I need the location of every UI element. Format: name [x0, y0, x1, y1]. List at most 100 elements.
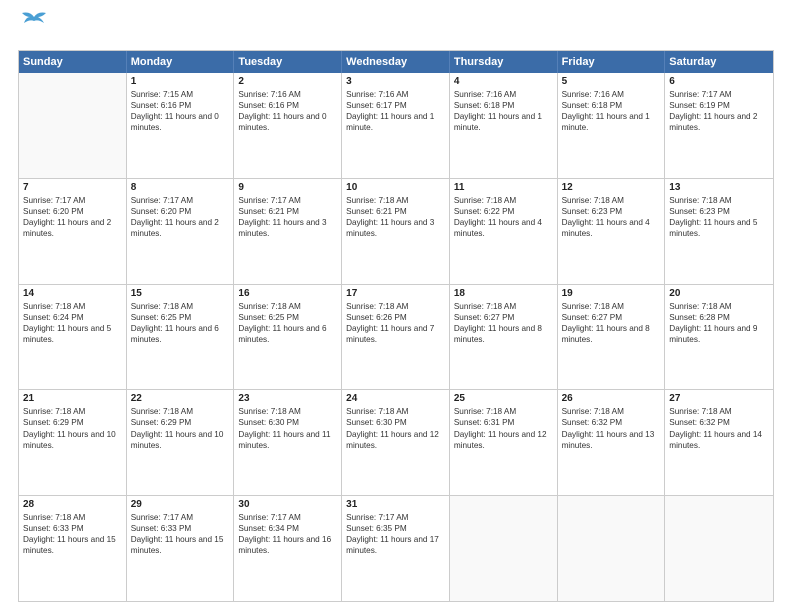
calendar-cell: 2 Sunrise: 7:16 AM Sunset: 6:16 PM Dayli… — [234, 73, 342, 178]
calendar-week-5: 28 Sunrise: 7:18 AM Sunset: 6:33 PM Dayl… — [19, 495, 773, 601]
daylight-line: Daylight: 11 hours and 12 minutes. — [346, 429, 445, 451]
day-number: 15 — [131, 288, 230, 299]
calendar-cell: 10 Sunrise: 7:18 AM Sunset: 6:21 PM Dayl… — [342, 179, 450, 284]
sunset-line: Sunset: 6:33 PM — [23, 523, 122, 534]
daylight-line: Daylight: 11 hours and 1 minute. — [562, 111, 661, 133]
day-number: 2 — [238, 76, 337, 87]
calendar-cell: 1 Sunrise: 7:15 AM Sunset: 6:16 PM Dayli… — [127, 73, 235, 178]
daylight-line: Daylight: 11 hours and 2 minutes. — [131, 217, 230, 239]
day-number: 28 — [23, 499, 122, 510]
sunset-line: Sunset: 6:21 PM — [346, 206, 445, 217]
sunset-line: Sunset: 6:25 PM — [131, 312, 230, 323]
sunrise-line: Sunrise: 7:18 AM — [562, 406, 661, 417]
daylight-line: Daylight: 11 hours and 14 minutes. — [669, 429, 769, 451]
calendar-week-3: 14 Sunrise: 7:18 AM Sunset: 6:24 PM Dayl… — [19, 284, 773, 390]
sunrise-line: Sunrise: 7:18 AM — [238, 406, 337, 417]
day-number: 14 — [23, 288, 122, 299]
sunrise-line: Sunrise: 7:18 AM — [562, 301, 661, 312]
day-number: 5 — [562, 76, 661, 87]
sunrise-line: Sunrise: 7:18 AM — [131, 406, 230, 417]
calendar-cell: 16 Sunrise: 7:18 AM Sunset: 6:25 PM Dayl… — [234, 285, 342, 390]
sunrise-line: Sunrise: 7:18 AM — [23, 512, 122, 523]
sunset-line: Sunset: 6:19 PM — [669, 100, 769, 111]
day-number: 24 — [346, 393, 445, 404]
day-number: 30 — [238, 499, 337, 510]
sunrise-line: Sunrise: 7:18 AM — [669, 301, 769, 312]
daylight-line: Daylight: 11 hours and 4 minutes. — [562, 217, 661, 239]
calendar-cell: 24 Sunrise: 7:18 AM Sunset: 6:30 PM Dayl… — [342, 390, 450, 495]
day-header-friday: Friday — [558, 51, 666, 73]
sunset-line: Sunset: 6:32 PM — [562, 417, 661, 428]
calendar-cell: 14 Sunrise: 7:18 AM Sunset: 6:24 PM Dayl… — [19, 285, 127, 390]
sunset-line: Sunset: 6:27 PM — [562, 312, 661, 323]
daylight-line: Daylight: 11 hours and 17 minutes. — [346, 534, 445, 556]
sunrise-line: Sunrise: 7:17 AM — [131, 195, 230, 206]
calendar-cell — [450, 496, 558, 601]
sunrise-line: Sunrise: 7:17 AM — [346, 512, 445, 523]
sunset-line: Sunset: 6:28 PM — [669, 312, 769, 323]
daylight-line: Daylight: 11 hours and 2 minutes. — [23, 217, 122, 239]
day-number: 31 — [346, 499, 445, 510]
calendar-cell: 22 Sunrise: 7:18 AM Sunset: 6:29 PM Dayl… — [127, 390, 235, 495]
daylight-line: Daylight: 11 hours and 1 minute. — [346, 111, 445, 133]
sunset-line: Sunset: 6:26 PM — [346, 312, 445, 323]
calendar-cell: 25 Sunrise: 7:18 AM Sunset: 6:31 PM Dayl… — [450, 390, 558, 495]
day-number: 18 — [454, 288, 553, 299]
sunrise-line: Sunrise: 7:18 AM — [23, 406, 122, 417]
sunrise-line: Sunrise: 7:16 AM — [346, 89, 445, 100]
sunset-line: Sunset: 6:16 PM — [238, 100, 337, 111]
daylight-line: Daylight: 11 hours and 8 minutes. — [562, 323, 661, 345]
sunrise-line: Sunrise: 7:18 AM — [454, 195, 553, 206]
sunset-line: Sunset: 6:23 PM — [562, 206, 661, 217]
calendar-cell: 28 Sunrise: 7:18 AM Sunset: 6:33 PM Dayl… — [19, 496, 127, 601]
day-header-thursday: Thursday — [450, 51, 558, 73]
calendar-body: 1 Sunrise: 7:15 AM Sunset: 6:16 PM Dayli… — [19, 73, 773, 601]
calendar-header: SundayMondayTuesdayWednesdayThursdayFrid… — [19, 51, 773, 73]
day-number: 27 — [669, 393, 769, 404]
calendar-cell: 17 Sunrise: 7:18 AM Sunset: 6:26 PM Dayl… — [342, 285, 450, 390]
day-number: 8 — [131, 182, 230, 193]
daylight-line: Daylight: 11 hours and 10 minutes. — [23, 429, 122, 451]
sunset-line: Sunset: 6:21 PM — [238, 206, 337, 217]
calendar-week-2: 7 Sunrise: 7:17 AM Sunset: 6:20 PM Dayli… — [19, 178, 773, 284]
header — [18, 18, 774, 40]
calendar-cell: 21 Sunrise: 7:18 AM Sunset: 6:29 PM Dayl… — [19, 390, 127, 495]
sunrise-line: Sunrise: 7:18 AM — [238, 301, 337, 312]
day-header-tuesday: Tuesday — [234, 51, 342, 73]
sunrise-line: Sunrise: 7:17 AM — [669, 89, 769, 100]
daylight-line: Daylight: 11 hours and 13 minutes. — [562, 429, 661, 451]
sunrise-line: Sunrise: 7:16 AM — [454, 89, 553, 100]
day-number: 6 — [669, 76, 769, 87]
sunset-line: Sunset: 6:18 PM — [454, 100, 553, 111]
daylight-line: Daylight: 11 hours and 0 minutes. — [131, 111, 230, 133]
day-number: 23 — [238, 393, 337, 404]
day-header-monday: Monday — [127, 51, 235, 73]
daylight-line: Daylight: 11 hours and 4 minutes. — [454, 217, 553, 239]
sunset-line: Sunset: 6:34 PM — [238, 523, 337, 534]
daylight-line: Daylight: 11 hours and 12 minutes. — [454, 429, 553, 451]
sunset-line: Sunset: 6:23 PM — [669, 206, 769, 217]
calendar-cell: 8 Sunrise: 7:17 AM Sunset: 6:20 PM Dayli… — [127, 179, 235, 284]
daylight-line: Daylight: 11 hours and 6 minutes. — [131, 323, 230, 345]
calendar-week-4: 21 Sunrise: 7:18 AM Sunset: 6:29 PM Dayl… — [19, 389, 773, 495]
day-number: 13 — [669, 182, 769, 193]
sunrise-line: Sunrise: 7:18 AM — [669, 195, 769, 206]
daylight-line: Daylight: 11 hours and 7 minutes. — [346, 323, 445, 345]
sunrise-line: Sunrise: 7:17 AM — [238, 195, 337, 206]
day-number: 11 — [454, 182, 553, 193]
day-number: 4 — [454, 76, 553, 87]
calendar-cell: 26 Sunrise: 7:18 AM Sunset: 6:32 PM Dayl… — [558, 390, 666, 495]
sunset-line: Sunset: 6:25 PM — [238, 312, 337, 323]
calendar-cell — [19, 73, 127, 178]
day-number: 22 — [131, 393, 230, 404]
page: SundayMondayTuesdayWednesdayThursdayFrid… — [0, 0, 792, 612]
calendar-cell: 30 Sunrise: 7:17 AM Sunset: 6:34 PM Dayl… — [234, 496, 342, 601]
sunrise-line: Sunrise: 7:17 AM — [131, 512, 230, 523]
calendar-cell — [665, 496, 773, 601]
sunrise-line: Sunrise: 7:18 AM — [346, 406, 445, 417]
sunset-line: Sunset: 6:24 PM — [23, 312, 122, 323]
daylight-line: Daylight: 11 hours and 6 minutes. — [238, 323, 337, 345]
daylight-line: Daylight: 11 hours and 1 minute. — [454, 111, 553, 133]
sunset-line: Sunset: 6:16 PM — [131, 100, 230, 111]
calendar-week-1: 1 Sunrise: 7:15 AM Sunset: 6:16 PM Dayli… — [19, 73, 773, 178]
